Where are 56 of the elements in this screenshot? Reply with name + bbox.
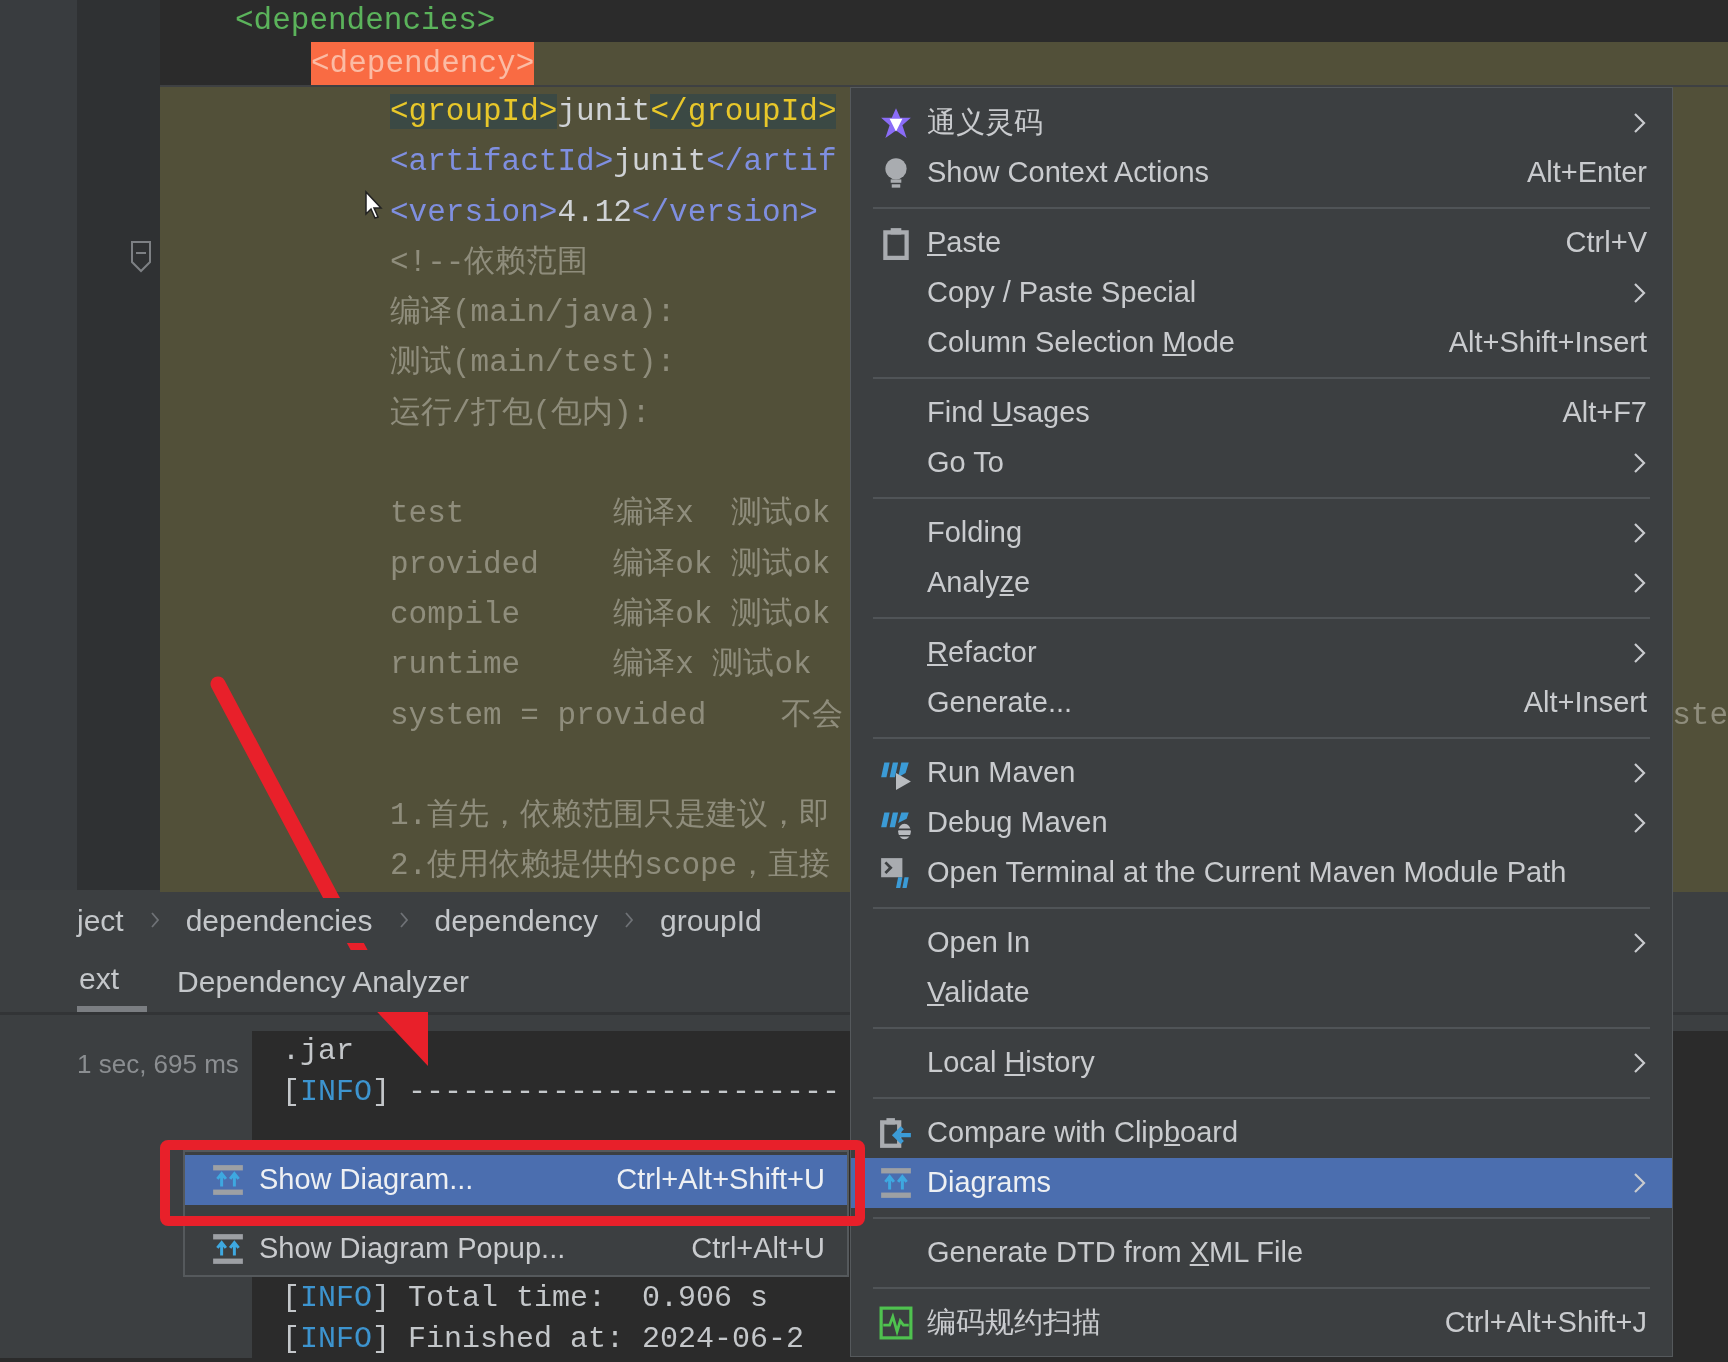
menu-item[interactable]: Find Usages Alt+F7 [851, 388, 1672, 438]
code-line: 2.使用依赖提供的scope，直接 [390, 847, 831, 886]
menu-item[interactable]: Copy / Paste Special [851, 268, 1672, 318]
menu-item[interactable]: Show Diagram... Ctrl+Alt+Shift+U [185, 1155, 847, 1205]
menu-item[interactable]: Validate [851, 968, 1672, 1018]
code-line: 编译(main/java): [390, 294, 676, 333]
code-line: ste [1672, 696, 1728, 735]
diagram-icon [211, 1163, 245, 1197]
code-line: system = provided 不会 [390, 696, 843, 735]
menu-item[interactable]: Go To [851, 438, 1672, 488]
diagram-icon [879, 1166, 913, 1200]
console-line: [INFO] ------------------------ [282, 1074, 841, 1111]
menu-item[interactable]: Compare with Clipboard [851, 1108, 1672, 1158]
menu-item[interactable]: Debug Maven [851, 798, 1672, 848]
menu-item[interactable]: Folding [851, 508, 1672, 558]
code-line: 测试(main/test): [390, 344, 676, 383]
console-line: .jar [282, 1033, 354, 1070]
diagram-icon [211, 1232, 245, 1266]
code-line: 1.首先，依赖范围只是建议，即 [390, 797, 831, 836]
chevron-icon [149, 911, 160, 929]
code-line: <version>4.12</version> [390, 193, 818, 232]
menu-item[interactable]: Open In [851, 918, 1672, 968]
menu-item[interactable]: Diagrams [851, 1158, 1672, 1208]
scan-icon [879, 1306, 913, 1340]
chevron-icon [624, 911, 634, 929]
mouse-cursor-icon [364, 190, 384, 220]
console-line: [INFO] Total time: 0.906 s [282, 1280, 769, 1317]
fold-marker-icon[interactable] [130, 240, 152, 274]
menu-item[interactable]: 通义灵码 [851, 98, 1672, 148]
menu-item[interactable]: Refactor [851, 628, 1672, 678]
menu-item[interactable]: Analyze [851, 558, 1672, 608]
duration-text: 1 sec, 695 ms [77, 1048, 240, 1081]
menu-item[interactable]: 编码规约扫描 Ctrl+Alt+Shift+J [851, 1298, 1672, 1348]
code-line: <dependencies> [235, 2, 496, 40]
code-line: compile 编译ok 测试ok [390, 595, 831, 634]
code-line: <artifactId>junit</artif [390, 143, 837, 182]
compare-clipboard-icon [879, 1116, 913, 1150]
console-line: [INFO] Finished at: 2024-06-2 [282, 1321, 805, 1358]
code-line: test 编译x 测试ok [390, 495, 831, 534]
code-line: 运行/打包(包内): [390, 394, 651, 433]
code-line: runtime 编译x 测试ok [390, 646, 812, 685]
chevron-icon [398, 911, 409, 929]
menu-item[interactable]: Run Maven [851, 748, 1672, 798]
menu-item[interactable]: Generate DTD from XML File [851, 1228, 1672, 1278]
menu-item[interactable]: Column Selection Mode Alt+Shift+Insert [851, 318, 1672, 368]
menu-item[interactable]: Paste Ctrl+V [851, 218, 1672, 268]
code-line: <groupId>junit</groupId> [390, 93, 837, 131]
menu-item[interactable]: Show Diagram Popup... Ctrl+Alt+U [185, 1226, 847, 1272]
star-logo-icon [879, 106, 913, 140]
menu-item[interactable]: Generate... Alt+Insert [851, 678, 1672, 728]
breadcrumb-item[interactable]: dependencies [185, 897, 373, 943]
code-line: <!--依赖范围 [390, 243, 589, 282]
code-line: provided 编译ok 测试ok [390, 545, 831, 584]
menu-item[interactable]: Local History [851, 1038, 1672, 1088]
menu-item[interactable]: Show Context Actions Alt+Enter [851, 148, 1672, 198]
menu-item[interactable]: Open Terminal at the Current Maven Module Path [851, 848, 1672, 898]
